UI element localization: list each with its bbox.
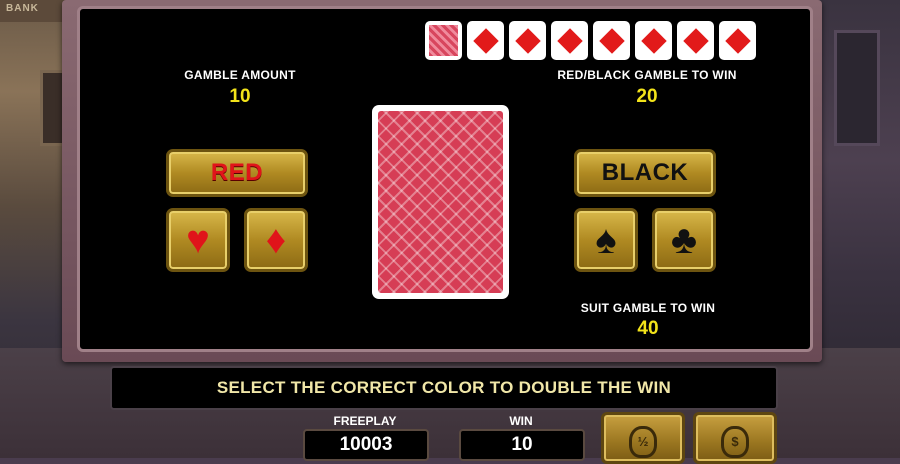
collect-half-button[interactable]: ½ [601, 412, 685, 464]
red-button[interactable]: RED [166, 149, 308, 197]
history-card-diamond [467, 21, 504, 60]
diamond-icon [472, 27, 499, 54]
money-bag-half-icon: ½ [629, 426, 657, 458]
diamond-icon [724, 27, 751, 54]
diamond-icon [598, 27, 625, 54]
building-window [834, 30, 880, 146]
red-button-label: RED [210, 159, 264, 186]
freeplay-value: 10003 [303, 429, 429, 461]
card-back-pattern [378, 111, 503, 293]
heart-icon: ♥ [186, 218, 210, 262]
history-card-diamond [551, 21, 588, 60]
instruction-message: SELECT THE CORRECT COLOR TO DOUBLE THE W… [110, 366, 778, 410]
diamond-icon [556, 27, 583, 54]
history-card-diamond [719, 21, 756, 60]
suit-gamble-win-value: 40 [637, 318, 659, 339]
gamble-amount-value: 10 [229, 86, 251, 107]
money-bag-dollar-icon: $ [721, 426, 749, 458]
red-black-win-value: 20 [636, 86, 658, 107]
card-history [425, 21, 756, 61]
history-card-diamond [677, 21, 714, 60]
collect-all-button[interactable]: $ [693, 412, 777, 464]
diamond-icon [640, 27, 667, 54]
black-button[interactable]: BLACK [574, 149, 716, 197]
diamonds-button[interactable]: ♦ [244, 208, 308, 272]
diamond-icon: ♦ [265, 218, 287, 262]
gamble-amount-label: GAMBLE AMOUNT [184, 68, 296, 82]
red-black-win-label: RED/BLACK GAMBLE TO WIN [557, 68, 737, 82]
diamond-icon [682, 27, 709, 54]
win-value: 10 [459, 429, 585, 461]
bank-sign: BANK [0, 0, 66, 22]
suit-gamble-win-label: SUIT GAMBLE TO WIN [580, 301, 716, 315]
freeplay-label: FREEPLAY [333, 414, 397, 428]
face-down-card [372, 105, 509, 299]
diamond-icon [514, 27, 541, 54]
history-card-diamond [635, 21, 672, 60]
clubs-button[interactable]: ♣ [652, 208, 716, 272]
spades-button[interactable]: ♠ [574, 208, 638, 272]
win-label: WIN [509, 414, 533, 428]
history-card-diamond [509, 21, 546, 60]
history-card-diamond [593, 21, 630, 60]
spade-icon: ♠ [595, 218, 617, 262]
history-card-back [425, 21, 462, 60]
club-icon: ♣ [670, 218, 698, 262]
hearts-button[interactable]: ♥ [166, 208, 230, 272]
black-button-label: BLACK [601, 159, 689, 186]
